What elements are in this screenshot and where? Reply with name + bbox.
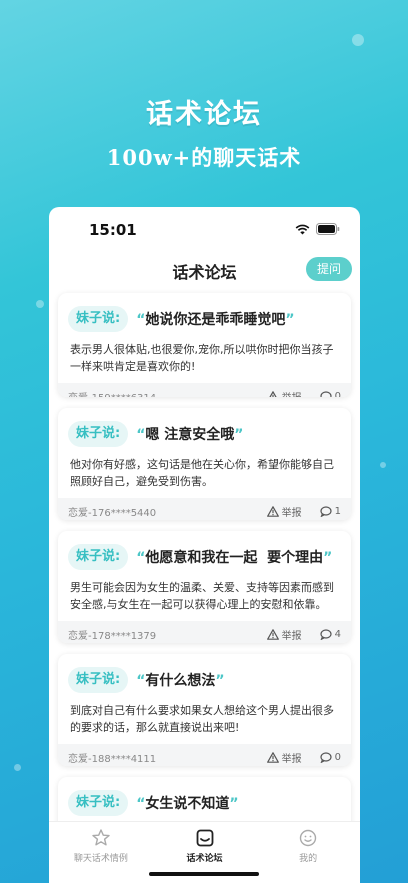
post-card[interactable]: 妹子说: “他愿意和我在一起 要个理由” 男生可能会因为女生的温柔、关爱、支持等… <box>58 531 351 643</box>
post-header: 妹子说: “她说你还是乖乖睡觉吧” <box>58 305 351 333</box>
post-content: 表示男人很体贴,也很爱你,宠你,所以哄你时把你当孩子一样来哄肯定是喜欢你的! <box>70 343 334 373</box>
tab-label: 聊天话术情例 <box>73 854 128 864</box>
report-button[interactable]: 举报 <box>266 504 302 519</box>
post-tag: 妹子说: <box>68 790 129 816</box>
comment-count: 1 <box>334 505 341 517</box>
forum-icon <box>196 829 213 847</box>
report-button[interactable]: 举报 <box>266 627 302 642</box>
post-author: 恋爱-159****6314 <box>68 389 267 398</box>
comment-icon <box>320 390 332 397</box>
status-bar: 15:01 <box>49 207 360 251</box>
post-footer: 恋爱-159****6314 举报 0 <box>58 383 351 397</box>
report-label: 举报 <box>281 507 302 519</box>
report-label: 举报 <box>281 753 302 765</box>
post-quote: “他愿意和我在一起 要个理由” <box>136 550 333 566</box>
report-button[interactable]: 举报 <box>267 389 302 398</box>
report-label: 举报 <box>281 630 302 642</box>
home-indicator <box>149 872 259 876</box>
post-card[interactable]: 妹子说: “嗯 注意安全哦” 他对你有好感，这句话是他在关心你，希望你能够自己照… <box>58 408 351 520</box>
chat-star-icon <box>92 829 110 846</box>
post-content: 他对你有好感，这句话是他在关心你，希望你能够自己照顾好自己，避免受到伤害。 <box>70 458 334 488</box>
warning-icon <box>266 628 279 640</box>
post-tag: 妹子说: <box>68 306 129 332</box>
comment-count: 4 <box>334 628 341 640</box>
post-author: 恋爱-178****1379 <box>68 630 157 642</box>
report-button[interactable]: 举报 <box>266 750 302 765</box>
warning-icon <box>266 505 279 517</box>
post-tag: 妹子说: <box>68 544 129 570</box>
post-quote: “有什么想法” <box>136 673 225 689</box>
nav-bar: 话术论坛 提问 <box>49 251 360 291</box>
post-content: 到底对自己有什么要求如果女人想给这个男人提出很多的要求的话，那么就直接说出来吧! <box>70 704 334 734</box>
battery-icon <box>316 223 340 235</box>
post-footer: 恋爱-178****1379 举报 4 <box>58 621 351 643</box>
decor-bubble <box>14 764 21 771</box>
decor-bubble <box>352 34 364 46</box>
warning-icon <box>268 390 277 397</box>
comment-count: 0 <box>334 751 341 763</box>
decor-bubble <box>36 300 44 308</box>
hero-title: 话术论坛 <box>146 99 262 130</box>
comment-icon <box>320 505 332 517</box>
comment-button[interactable]: 4 <box>320 629 341 640</box>
post-quote-text: 他愿意和我在一起 要个理由 <box>145 550 324 566</box>
post-list: 妹子说: “她说你还是乖乖睡觉吧” 表示男人很体贴,也很爱你,宠你,所以哄你时把… <box>49 293 360 848</box>
tab-bar: 聊天话术情例 话术论坛 我的 <box>49 821 360 883</box>
profile-icon <box>299 829 317 847</box>
post-author: 恋爱-176****5440 <box>68 507 157 519</box>
post-footer: 恋爱-176****5440 举报 1 <box>58 498 351 520</box>
post-quote-text: 有什么想法 <box>145 673 216 689</box>
status-time: 15:01 <box>89 221 137 239</box>
wifi-icon <box>295 224 310 234</box>
status-icons <box>295 223 340 235</box>
comment-icon <box>320 751 332 763</box>
post-card[interactable]: 妹子说: “她说你还是乖乖睡觉吧” 表示男人很体贴,也很爱你,宠你,所以哄你时把… <box>58 293 351 397</box>
tab-label: 话术论坛 <box>186 854 223 864</box>
comment-icon <box>320 628 332 640</box>
post-content: 男生可能会因为女生的温柔、关爱、支持等因素而感到安全感,与女生在一起可以获得心理… <box>70 581 334 611</box>
post-quote-text: 嗯 注意安全哦 <box>145 427 235 443</box>
post-quote: “女生说不知道” <box>136 796 239 812</box>
comment-count: 0 <box>334 390 341 398</box>
comment-button[interactable]: 0 <box>320 752 341 763</box>
report-label: 举报 <box>282 389 302 398</box>
post-author: 恋爱-188****4111 <box>68 753 157 765</box>
post-header: 妹子说: “嗯 注意安全哦” <box>58 420 351 448</box>
comment-button[interactable]: 1 <box>320 506 341 517</box>
hero-subtitle: 100w+的聊天话术 <box>106 145 302 170</box>
post-quote: “她说你还是乖乖睡觉吧” <box>136 312 295 328</box>
post-footer: 恋爱-188****4111 举报 0 <box>58 744 351 766</box>
comment-button[interactable]: 0 <box>320 390 341 398</box>
post-card[interactable]: 妹子说: “有什么想法” 到底对自己有什么要求如果女人想给这个男人提出很多的要求… <box>58 654 351 766</box>
post-header: 妹子说: “女生说不知道” <box>58 789 351 817</box>
tab-label: 我的 <box>299 854 318 864</box>
post-tag: 妹子说: <box>68 667 129 693</box>
ask-button[interactable]: 提问 <box>306 257 352 281</box>
phone-screen: 15:01 话术论坛 提问 妹子说: “她说你还是乖乖睡觉吧” 表示男人很体贴, <box>49 207 360 883</box>
post-tag: 妹子说: <box>68 421 129 447</box>
decor-bubble <box>380 462 386 468</box>
post-quote-text: 她说你还是乖乖睡觉吧 <box>145 312 286 328</box>
warning-icon <box>266 751 279 763</box>
tab-mine[interactable]: 我的 <box>256 822 360 883</box>
post-header: 妹子说: “有什么想法” <box>58 666 351 694</box>
post-quote: “嗯 注意安全哦” <box>136 427 244 443</box>
post-quote-text: 女生说不知道 <box>145 796 230 812</box>
tab-chat-cases[interactable]: 聊天话术情例 <box>49 822 153 883</box>
post-header: 妹子说: “他愿意和我在一起 要个理由” <box>58 543 351 571</box>
